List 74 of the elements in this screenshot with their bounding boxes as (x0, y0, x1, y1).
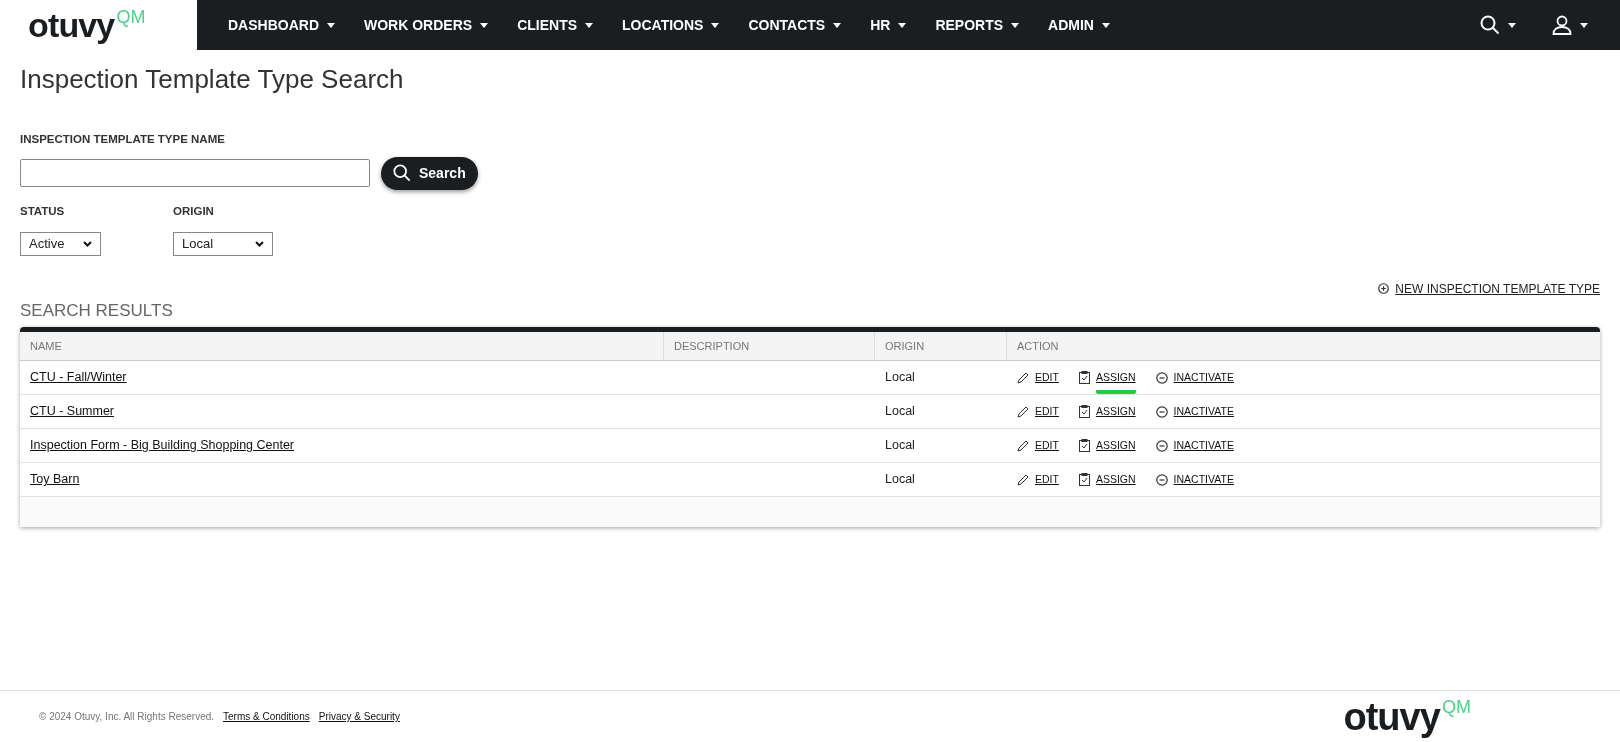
page-title: Inspection Template Type Search (20, 63, 404, 96)
caret-icon (711, 22, 720, 28)
minus-circle-icon (1155, 473, 1168, 486)
caret-icon (898, 22, 907, 28)
search-icon (393, 164, 411, 182)
action-link[interactable]: EDIT (1035, 437, 1059, 454)
chevron-down-icon (255, 240, 264, 247)
caret-icon (1508, 22, 1516, 28)
caret-icon (1101, 22, 1110, 28)
action-link[interactable]: ASSIGN (1095, 403, 1136, 420)
nav-menu[interactable]: DASHBOARD (228, 14, 335, 36)
nav-menu[interactable]: HR (870, 14, 907, 36)
clipboard-check-icon (1078, 371, 1090, 384)
nav-menu[interactable]: CONTACTS (748, 14, 842, 36)
template-name-link[interactable]: CTU - Summer (30, 404, 115, 419)
column-header: DESCRIPTION (674, 338, 750, 354)
action-link[interactable]: EDIT (1035, 471, 1059, 488)
template-name-link[interactable]: Toy Barn (30, 472, 80, 487)
search-menu[interactable] (1480, 15, 1516, 35)
search-icon (1480, 15, 1500, 35)
nav-menu[interactable]: ADMIN (1048, 14, 1110, 36)
pencil-icon (1017, 439, 1029, 452)
action-link[interactable]: EDIT (1035, 369, 1059, 386)
action-link[interactable]: INACTIVATE (1173, 471, 1234, 488)
origin-cell: Local (885, 370, 915, 385)
action-link[interactable]: INACTIVATE (1173, 437, 1234, 454)
origin-cell: Local (885, 472, 915, 487)
chevron-down-icon (83, 240, 92, 247)
section-title: SEARCH RESULTS (20, 299, 173, 322)
column-header: ACTION (1017, 338, 1059, 354)
nav-menu[interactable]: WORK ORDERS (364, 14, 489, 36)
action-link[interactable]: EDIT (1035, 403, 1059, 420)
name-input-field[interactable] (20, 159, 370, 187)
new-template-type-link[interactable]: NEW INSPECTION TEMPLATE TYPE (1378, 279, 1600, 298)
clipboard-check-icon (1078, 473, 1090, 486)
nav-menu[interactable]: REPORTS (935, 14, 1020, 36)
caret-icon (585, 22, 593, 28)
minus-circle-icon (1155, 371, 1168, 384)
template-name-link[interactable]: CTU - Fall/Winter (30, 370, 127, 385)
caret-icon (833, 22, 842, 28)
field-label: INSPECTION TEMPLATE TYPE NAME (20, 131, 225, 147)
nav-menu[interactable]: CLIENTS (517, 14, 593, 36)
clipboard-check-icon (1078, 405, 1090, 418)
caret-icon (327, 22, 335, 28)
copyright-text: © 2024 Otuvy, Inc. All Rights Reserved. (39, 710, 215, 724)
action-link[interactable]: INACTIVATE (1173, 369, 1234, 386)
nav-menu[interactable]: LOCATIONS (622, 14, 720, 36)
origin-cell: Local (885, 404, 915, 419)
minus-circle-icon (1155, 439, 1168, 452)
action-link[interactable]: INACTIVATE (1173, 403, 1234, 420)
search-button[interactable]: Search (381, 156, 478, 190)
footer-link[interactable]: Terms & Conditions (223, 709, 310, 724)
field-label: STATUS (20, 203, 65, 219)
template-name-link[interactable]: Inspection Form - Big Building Shopping Center (30, 438, 295, 453)
column-header: ORIGIN (885, 338, 925, 354)
clipboard-check-icon (1078, 439, 1090, 452)
dropdown[interactable]: Active (20, 231, 101, 256)
plus-circle-icon (1378, 283, 1390, 294)
column-header: NAME (30, 338, 62, 354)
user-menu[interactable] (1552, 15, 1588, 35)
pencil-icon (1017, 405, 1029, 418)
footer-link[interactable]: Privacy & Security (318, 709, 400, 724)
caret-icon (1011, 22, 1020, 28)
pencil-icon (1017, 473, 1029, 486)
field-label: ORIGIN (173, 203, 214, 219)
minus-circle-icon (1155, 405, 1168, 418)
caret-icon (480, 22, 489, 28)
pencil-icon (1017, 371, 1029, 384)
user-icon (1552, 15, 1572, 35)
caret-icon (1580, 22, 1588, 28)
action-link[interactable]: ASSIGN (1095, 437, 1136, 454)
origin-cell: Local (885, 438, 915, 453)
dropdown[interactable]: Local (173, 231, 273, 256)
action-link[interactable]: ASSIGN (1095, 471, 1136, 488)
